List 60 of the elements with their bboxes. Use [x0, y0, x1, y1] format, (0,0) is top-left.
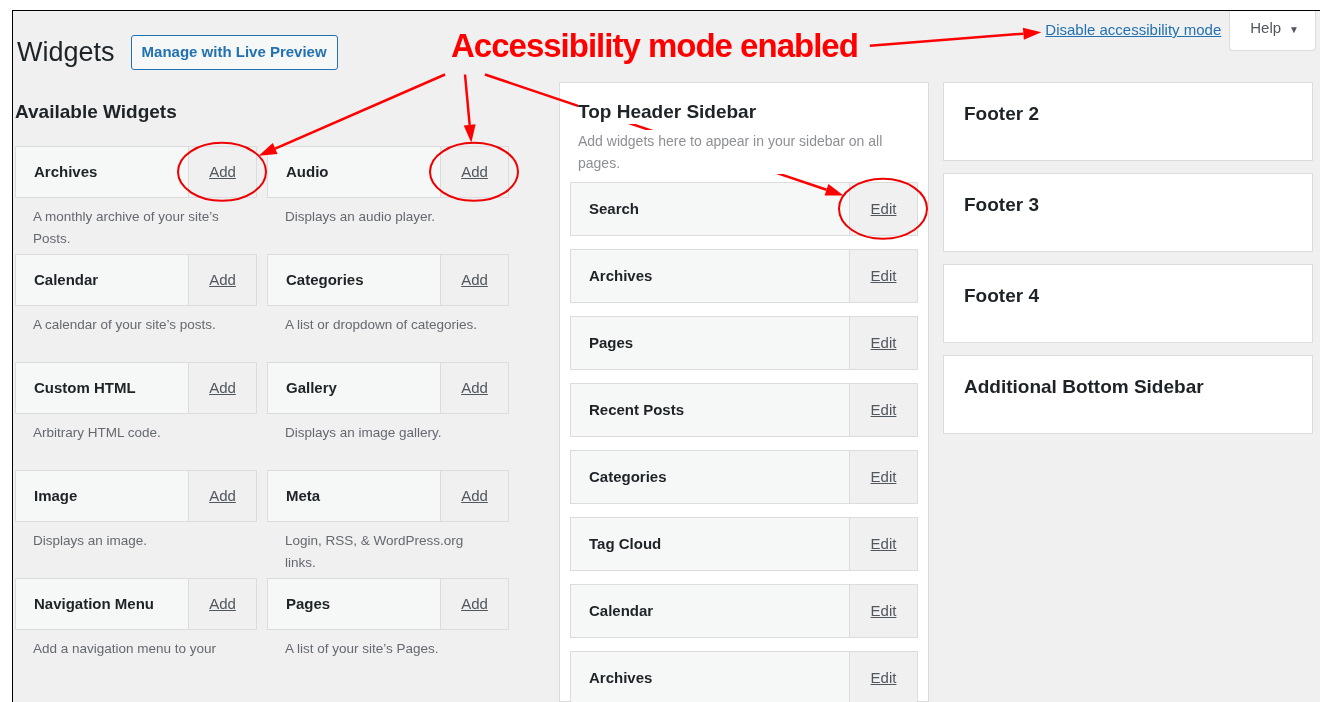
live-preview-button[interactable]: Manage with Live Preview: [130, 35, 338, 70]
widget-name: Custom HTML: [33, 377, 137, 398]
edit-link[interactable]: Edit: [849, 517, 917, 570]
add-link[interactable]: Add: [188, 362, 256, 413]
widget-description: Displays an audio player.: [284, 207, 437, 226]
edit-link[interactable]: Edit: [849, 651, 917, 702]
widget-name: Categories: [285, 269, 365, 290]
widget-name: Tag Cloud: [588, 533, 663, 554]
add-link[interactable]: Add: [188, 470, 256, 521]
edit-link[interactable]: Edit: [849, 182, 917, 235]
add-link[interactable]: Add: [188, 146, 256, 197]
disable-accessibility-link[interactable]: Disable accessibility mode: [1045, 19, 1222, 42]
help-button[interactable]: Help ▼: [1229, 11, 1316, 51]
add-link[interactable]: Add: [440, 362, 508, 413]
widget-name: Pages: [285, 593, 332, 614]
widget-name: Recent Posts: [588, 399, 686, 420]
widget-name: Image: [33, 485, 79, 506]
widget-name: Pages: [588, 332, 635, 353]
widget-description: Login, RSS, & WordPress.org links.: [284, 531, 465, 572]
add-link[interactable]: Add: [188, 254, 256, 305]
widget-description: Arbitrary HTML code.: [32, 423, 162, 442]
widget-description: A list of your site’s Pages.: [284, 639, 440, 658]
widget-description: A monthly archive of your site’s Posts.: [32, 207, 220, 248]
widget-name: Archives: [33, 161, 99, 182]
caret-icon: ▼: [1289, 24, 1299, 35]
widget-description: Add a navigation menu to your: [32, 639, 218, 658]
add-link[interactable]: Add: [440, 146, 508, 197]
section-heading: Available Widgets: [15, 101, 178, 124]
edit-link[interactable]: Edit: [849, 249, 917, 302]
widget-name: Meta: [285, 485, 322, 506]
widget-name: Archives: [588, 667, 654, 688]
arrow: [463, 74, 476, 143]
widget-description: A list or dropdown of categories.: [284, 315, 479, 334]
edit-link[interactable]: Edit: [849, 450, 917, 503]
widget-description: A calendar of your site’s posts.: [32, 315, 217, 334]
widget-name: Calendar: [33, 269, 100, 290]
sidebar-panel[interactable]: Additional Bottom Sidebar: [943, 355, 1313, 434]
edit-link[interactable]: Edit: [849, 383, 917, 436]
add-link[interactable]: Add: [440, 254, 508, 305]
widget-description: Displays an image.: [32, 531, 149, 550]
widget-name: Navigation Menu: [33, 593, 155, 614]
widget-description: Displays an image gallery.: [284, 423, 443, 442]
edit-link[interactable]: Edit: [849, 584, 917, 637]
widget-name: Search: [588, 198, 641, 219]
page-title: Widgets: [17, 36, 115, 69]
sidebar-panel[interactable]: Footer 2: [943, 82, 1313, 161]
widget-name: Archives: [588, 265, 654, 286]
sidebar-panel[interactable]: Footer 3: [943, 173, 1313, 252]
widget-name: Calendar: [588, 600, 655, 621]
edit-link[interactable]: Edit: [849, 316, 917, 369]
sidebar-panel[interactable]: Top Header Sidebar Add widgets here to appear in your sidebar on all pages. Search Edit Archives Edit Pages Edit Recent Posts Edit Categories Edit Tag Cloud Edit Calendar Edit Archives Edit: [559, 82, 929, 702]
sidebar-panel[interactable]: Footer 4: [943, 264, 1313, 343]
add-link[interactable]: Add: [188, 578, 256, 629]
add-link[interactable]: Add: [440, 578, 508, 629]
add-link[interactable]: Add: [440, 470, 508, 521]
widget-name: Audio: [285, 161, 330, 182]
sidebar-title: Top Header Sidebar: [578, 101, 757, 124]
widget-name: Categories: [588, 466, 668, 487]
widget-name: Gallery: [285, 377, 338, 398]
annotation-text: Accessibility mode enabled: [451, 26, 858, 66]
